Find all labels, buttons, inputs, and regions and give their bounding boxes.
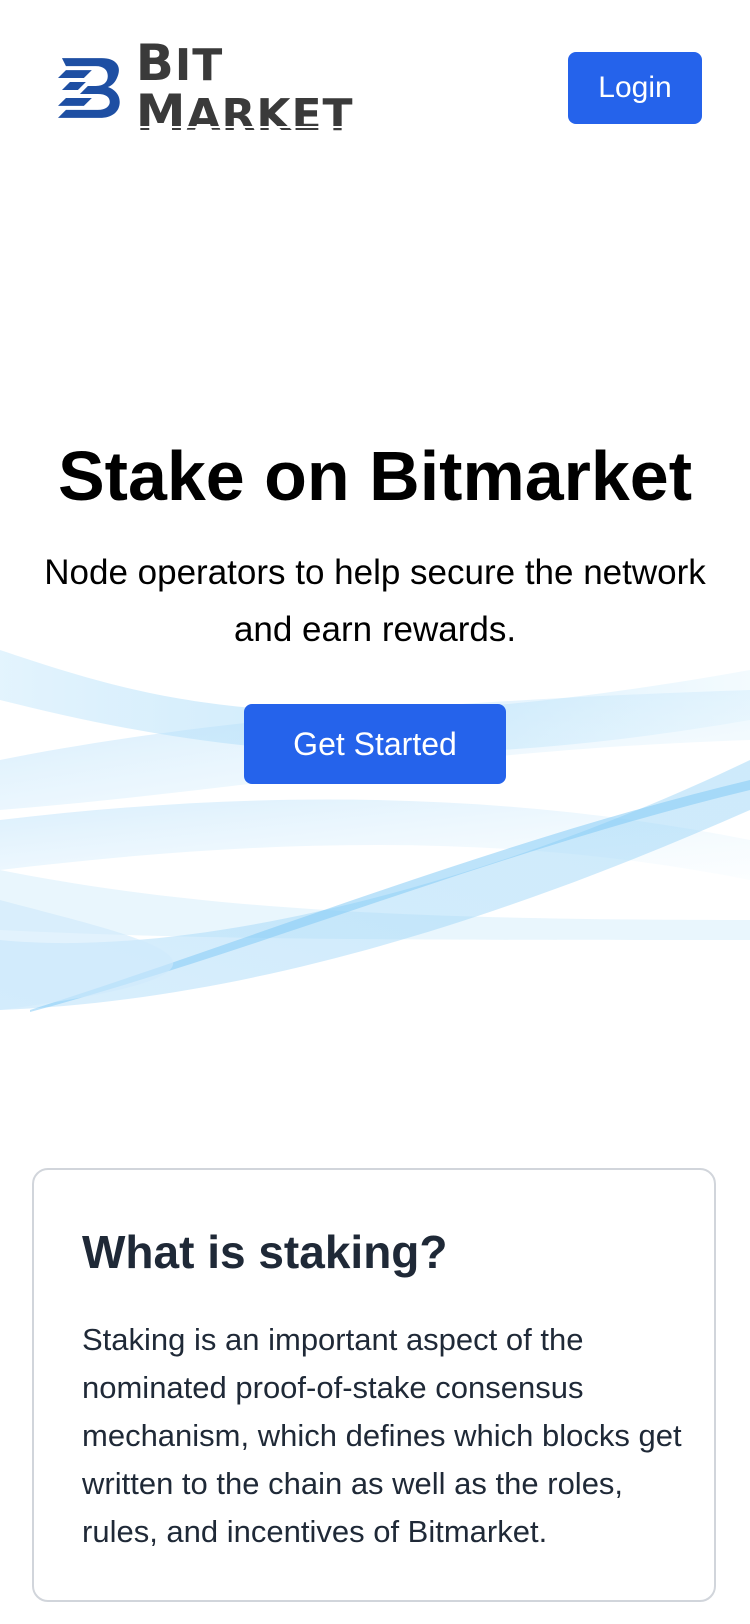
- card-body-text: Staking is an important aspect of the no…: [82, 1322, 682, 1549]
- login-button[interactable]: Login: [568, 52, 702, 124]
- brand-logo[interactable]: BIT MARKET: [56, 38, 457, 138]
- hero-subtitle: Node operators to help secure the networ…: [44, 553, 706, 649]
- decorative-wave-background: [0, 650, 750, 1012]
- get-started-button[interactable]: Get Started: [244, 704, 506, 784]
- bitmarket-b-logo-icon: [57, 58, 120, 118]
- hero-title: Stake on Bitmarket: [57, 437, 693, 515]
- brand-wordmark: BIT MARKET: [135, 38, 457, 138]
- site-header: BIT MARKET Login: [0, 0, 750, 170]
- staking-info-card: What is staking? Staking is an important…: [32, 1168, 716, 1602]
- card-title: What is staking?: [82, 1226, 448, 1278]
